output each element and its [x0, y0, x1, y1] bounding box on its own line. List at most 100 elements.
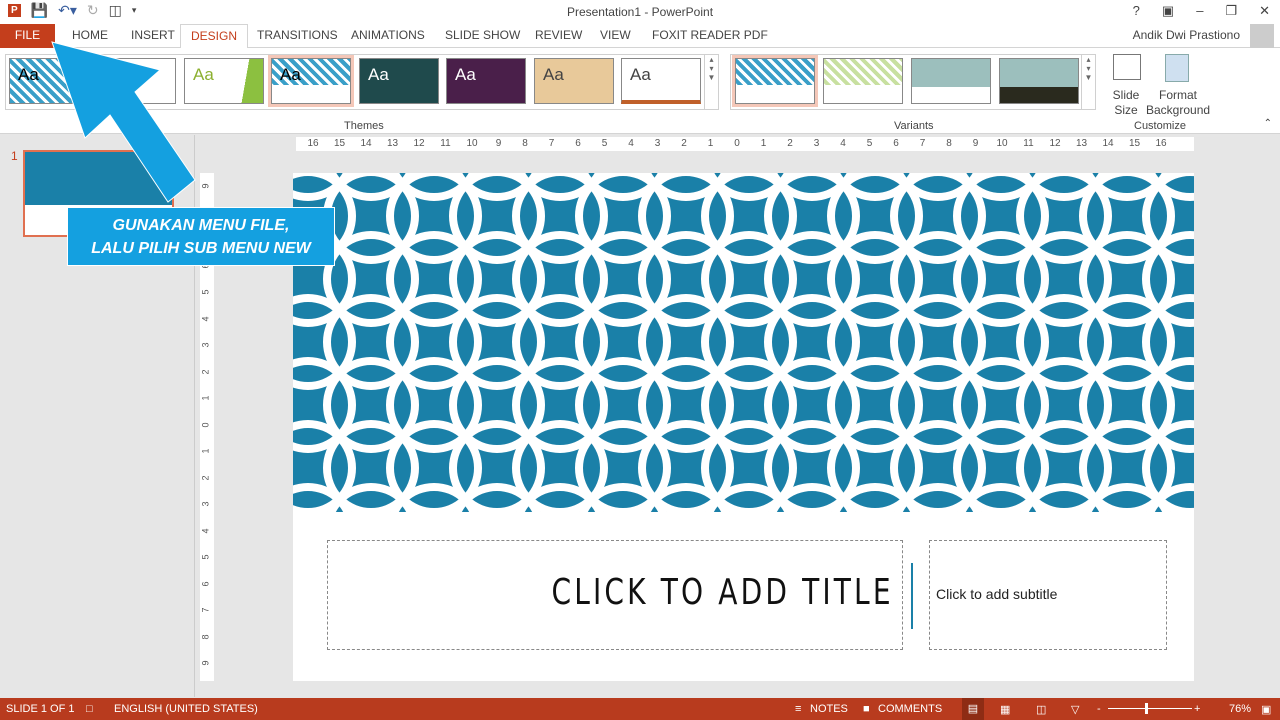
title-divider	[911, 563, 913, 629]
slide-size-button[interactable]: Slide Size	[1108, 88, 1144, 118]
variants-group-label: Variants	[894, 120, 934, 132]
theme-thumb[interactable]: Aa	[621, 58, 701, 104]
variant-thumb[interactable]	[999, 58, 1079, 104]
subtitle-placeholder[interactable]: Click to add subtitle	[929, 540, 1167, 650]
fit-slide-icon[interactable]: ▣	[1261, 703, 1271, 716]
ruler-tick-label: 5	[200, 554, 211, 560]
ruler-tick-label: 0	[734, 138, 740, 149]
ruler-tick-label: 1	[707, 138, 714, 149]
ruler-tick-label: 0	[200, 421, 211, 428]
tab-slide-show[interactable]: SLIDE SHOW	[435, 24, 530, 48]
ruler-tick-label: 13	[386, 138, 399, 149]
ruler-tick-label: 8	[522, 138, 528, 149]
ruler-tick-label: 13	[1075, 138, 1088, 149]
theme-thumb[interactable]: Aa	[359, 58, 439, 104]
ruler-tick-label: 2	[200, 474, 211, 481]
title-bar: P 💾 ↶▾ ↻ ◫ ▾ Presentation1 - PowerPoint …	[0, 0, 1280, 24]
language[interactable]: ENGLISH (UNITED STATES)	[114, 703, 258, 715]
ruler-tick-label: 3	[200, 501, 211, 507]
notes-button[interactable]: NOTES	[810, 703, 848, 715]
slide-sorter-icon[interactable]: ▦	[1000, 703, 1010, 716]
normal-view-icon[interactable]: ▤	[962, 698, 984, 720]
slide-canvas: CLICK TO ADD TITLE Click to add subtitle	[293, 173, 1194, 681]
ruler-tick-label: 9	[495, 138, 502, 149]
ruler-tick-label: 16	[307, 138, 319, 149]
horizontal-ruler: 16 15 14 13 12 11 10 9 8 7 6 5 4 3 2 1 0 1 2 3 4 5 6 7 8 9 10 11 12 1…	[296, 137, 1194, 151]
variant-thumb-selected[interactable]	[732, 55, 818, 107]
theme-sample-text: Aa	[368, 65, 389, 84]
ruler-tick-label: 6	[575, 138, 581, 149]
theme-thumb[interactable]: Aa	[446, 58, 526, 104]
zoom-slider[interactable]	[1108, 708, 1192, 709]
ruler-tick-label: 1	[200, 395, 211, 401]
format-background-button[interactable]: Format Background	[1146, 88, 1210, 118]
ruler-tick-label: 15	[1128, 138, 1141, 149]
ruler-tick-label: 7	[200, 607, 211, 613]
ruler-tick-label: 4	[200, 527, 211, 534]
ruler-tick-label: 3	[813, 138, 820, 149]
user-name[interactable]: Andik Dwi Prastiono	[1133, 28, 1240, 42]
variant-thumb[interactable]	[911, 58, 991, 104]
zoom-out-icon[interactable]: -	[1097, 703, 1101, 715]
window-title: Presentation1 - PowerPoint	[566, 5, 714, 19]
ruler-tick-label: 2	[200, 368, 211, 375]
ruler-tick-label: 11	[440, 138, 451, 149]
ruler-tick-label: 9	[972, 138, 979, 149]
reading-view-icon[interactable]: ◫	[1036, 703, 1046, 716]
ruler-tick-label: 9	[200, 660, 211, 666]
tab-animations[interactable]: ANIMATIONS	[341, 24, 435, 48]
ruler-tick-label: 16	[1155, 138, 1167, 149]
callout-line-1: GUNAKAN MENU FILE,	[112, 217, 290, 234]
avatar[interactable]	[1250, 24, 1274, 48]
ruler-tick-label: 8	[200, 633, 211, 640]
zoom-slider-thumb[interactable]	[1145, 703, 1148, 714]
minimize-icon[interactable]: –	[1196, 3, 1203, 19]
ruler-tick-label: 4	[628, 138, 634, 149]
format-background-icon[interactable]	[1165, 54, 1189, 82]
subtitle-text: Click to add subtitle	[936, 586, 1058, 602]
comments-button[interactable]: COMMENTS	[878, 703, 942, 715]
ruler-tick-label: 2	[787, 138, 793, 149]
ruler-tick-label: 1	[200, 448, 211, 454]
collapse-ribbon-icon[interactable]: ⌃	[1264, 118, 1272, 129]
tab-view[interactable]: VIEW	[590, 24, 641, 48]
ruler-tick-label: 7	[548, 138, 555, 149]
ribbon-display-icon[interactable]: ▣	[1162, 3, 1174, 19]
restore-icon[interactable]: ❐	[1225, 3, 1237, 19]
slide-show-icon[interactable]: ▽	[1071, 703, 1079, 716]
comments-icon: ■	[863, 703, 870, 715]
ruler-tick-label: 14	[360, 138, 372, 149]
callout-line-2: LALU PILIH SUB MENU NEW	[91, 240, 311, 257]
slide-count: SLIDE 1 OF 1	[6, 703, 75, 715]
theme-sample-text: Aa	[630, 65, 651, 84]
tab-review[interactable]: REVIEW	[525, 24, 592, 48]
zoom-level[interactable]: 76%	[1229, 703, 1251, 715]
ruler-tick-label: 4	[200, 315, 211, 322]
close-icon[interactable]: ✕	[1259, 3, 1270, 19]
ruler-tick-label: 5	[866, 138, 873, 149]
theme-thumb[interactable]: Aa	[534, 58, 614, 104]
ruler-tick-label: 12	[413, 138, 425, 149]
ruler-tick-label: 1	[760, 138, 767, 149]
ruler-tick-label: 3	[200, 342, 211, 348]
variant-thumb[interactable]	[823, 58, 903, 104]
spelling-icon[interactable]: □	[86, 703, 93, 715]
zoom-in-icon[interactable]: +	[1194, 703, 1200, 715]
tab-transitions[interactable]: TRANSITIONS	[247, 24, 348, 48]
instruction-callout: GUNAKAN MENU FILE, LALU PILIH SUB MENU N…	[67, 207, 335, 266]
help-icon[interactable]: ?	[1133, 3, 1140, 19]
variants-scroll[interactable]: ▴ ▾ ▼	[1081, 55, 1095, 109]
gallery-scroll[interactable]: ▴ ▾ ▼	[704, 55, 718, 109]
title-placeholder[interactable]: CLICK TO ADD TITLE	[327, 540, 903, 650]
ruler-tick-label: 5	[601, 138, 608, 149]
variants-gallery: ▴ ▾ ▼	[730, 54, 1096, 110]
theme-thumb-selected[interactable]: Aa	[268, 55, 354, 107]
tab-foxit-reader-pdf[interactable]: FOXIT READER PDF	[642, 24, 778, 48]
ruler-tick-label: 7	[919, 138, 926, 149]
ruler-tick-label: 3	[654, 138, 661, 149]
slide-size-icon[interactable]	[1113, 54, 1141, 80]
ruler-tick-label: 2	[681, 138, 687, 149]
ruler-tick-label: 10	[996, 138, 1008, 149]
title-text: CLICK TO ADD TITLE	[551, 572, 894, 613]
ruler-tick-label: 14	[1102, 138, 1114, 149]
